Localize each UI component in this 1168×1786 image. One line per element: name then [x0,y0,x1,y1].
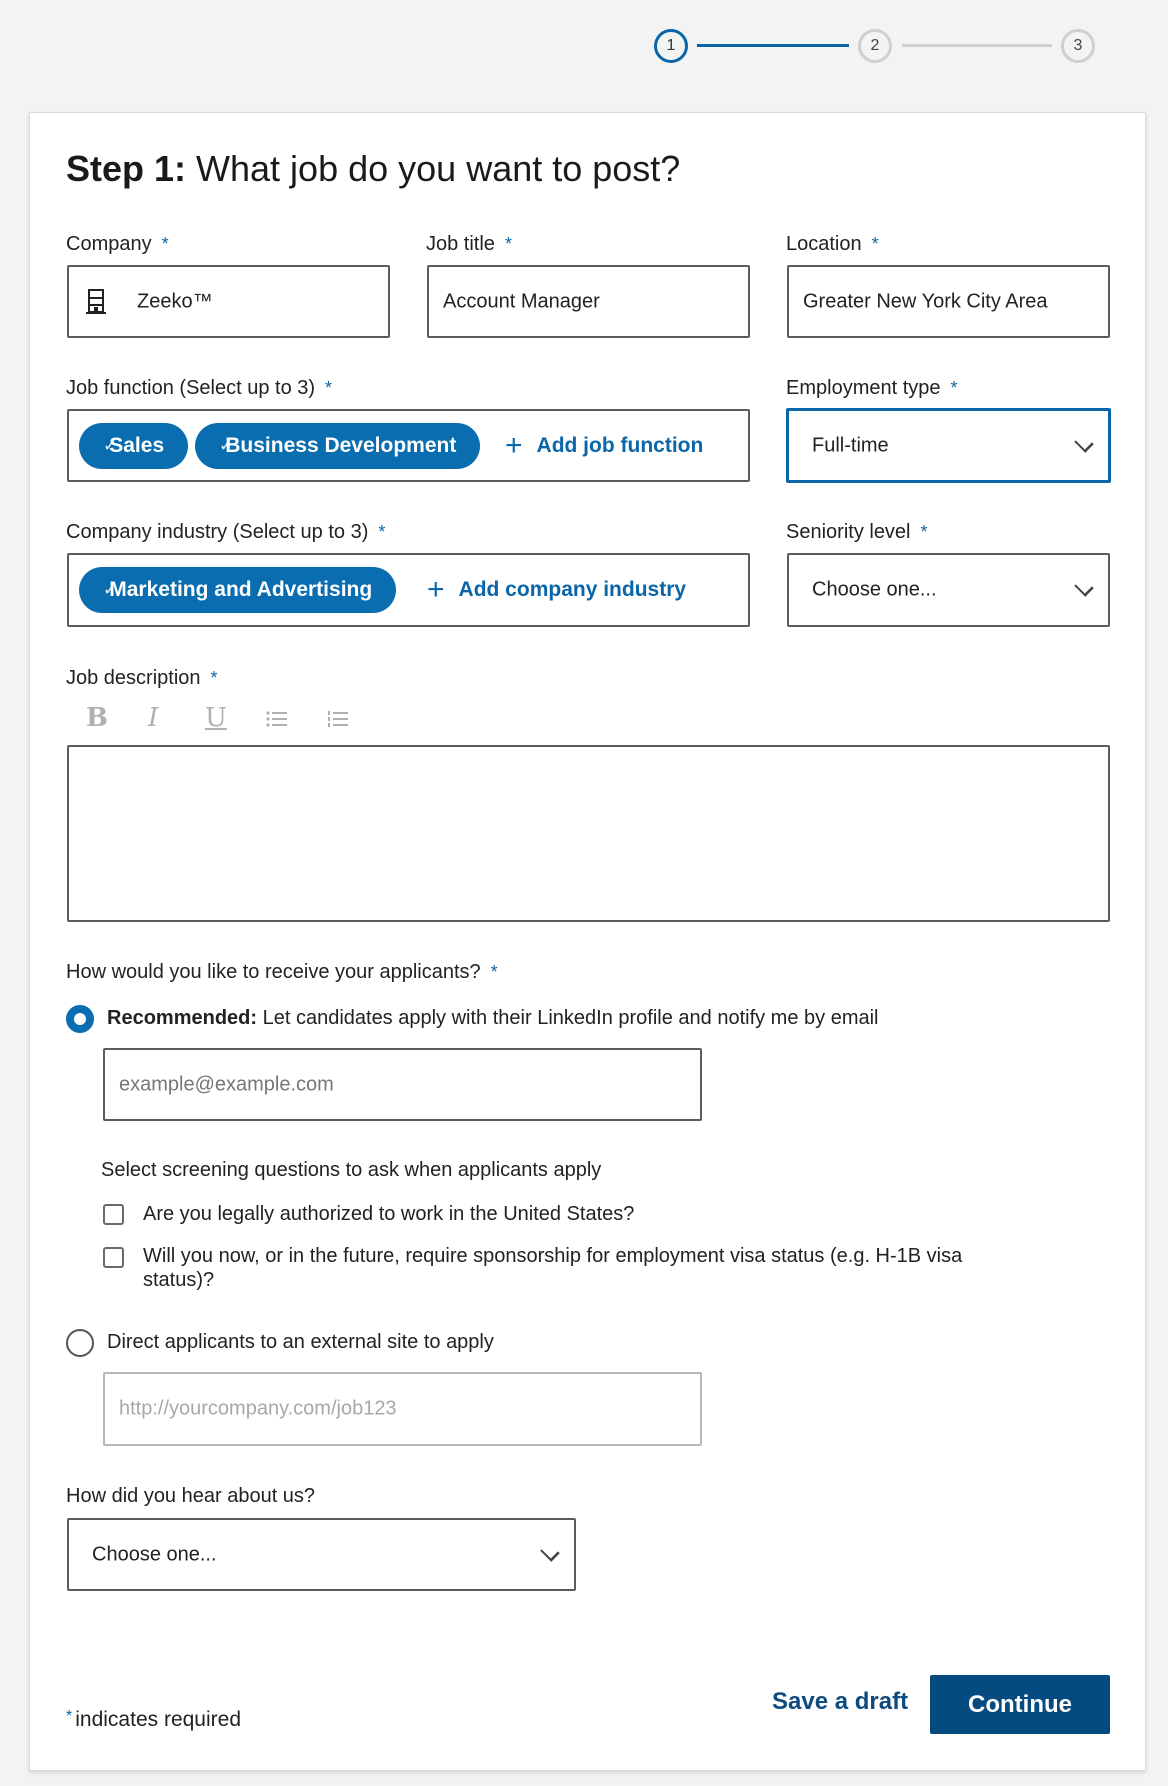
job-title-label-text: Job title [426,233,495,255]
job-function-label: Job function (Select up to 3) * [66,377,332,400]
company-value: Zeeko™ [137,290,213,312]
company-label-text: Company [66,233,152,255]
hear-about-select[interactable]: Choose one... [67,1518,576,1591]
location-input[interactable]: Greater New York City Area [787,265,1110,338]
hear-about-label: How did you hear about us? [66,1485,316,1507]
location-label-text: Location [786,233,862,255]
add-company-industry-button[interactable]: + Add company industry [427,575,686,605]
building-icon [86,288,106,316]
visa-question-line-1: Will you now, or in the future, require … [143,1245,963,1267]
job-description-label-text: Job description [66,667,201,689]
step-2: 2 [858,29,892,63]
check-icon: ✓ [219,435,234,455]
radio-external-site[interactable] [66,1329,94,1357]
screening-questions-label: Select screening questions to ask when a… [101,1159,602,1181]
save-draft-button[interactable]: Save a draft [772,1688,908,1716]
numbered-list-button[interactable] [327,710,349,733]
employment-type-value: Full-time [812,434,889,456]
required-asterisk: * [378,522,386,542]
external-url-input[interactable]: http://yourcompany.com/job123 [103,1372,702,1446]
visa-question-line-2: status)? [143,1269,215,1291]
job-description-label: Job description * [66,667,218,690]
employment-type-label-text: Employment type [786,377,941,399]
company-industry-pill-marketing-and-advertising[interactable]: ✓ Marketing and Advertising [79,567,397,613]
bold-button[interactable]: B [86,703,108,733]
url-placeholder: http://yourcompany.com/job123 [119,1397,397,1420]
stepper-line-2-3 [902,44,1052,47]
required-asterisk: * [210,668,218,688]
company-industry-label: Company industry (Select up to 3) * [66,521,385,544]
chevron-down-icon [1074,577,1094,597]
page-title-question: What job do you want to post? [186,148,681,189]
required-asterisk: * [920,522,928,542]
bulleted-list-icon [266,711,287,727]
numbered-list-icon [328,711,348,727]
continue-button[interactable]: Continue [930,1675,1110,1734]
required-note: * indicates required [66,1708,241,1732]
location-value: Greater New York City Area [803,290,1048,312]
seniority-level-value: Choose one... [812,578,937,601]
notification-email-input[interactable]: example@example.com [103,1048,702,1121]
employment-type-select[interactable]: Full-time [786,408,1111,483]
screening-question-work-authorization[interactable]: Are you legally authorized to work in th… [143,1203,634,1226]
pill-label: Marketing and Advertising [109,578,373,601]
pill-label: Business Development [225,433,457,457]
required-asterisk: * [871,234,879,254]
company-input[interactable]: Zeeko™ [67,265,390,338]
screening-checkbox-visa-sponsorship[interactable] [103,1247,124,1268]
job-function-label-text: Job function (Select up to 3) [66,377,316,399]
location-label: Location * [786,233,879,256]
required-asterisk: * [490,962,498,982]
page-title: Step 1: What job do you want to post? [66,148,680,190]
recommended-option-label[interactable]: Recommended: Let candidates apply with t… [107,1007,879,1030]
step-1: 1 [654,29,688,63]
company-label: Company * [66,233,169,256]
stepper-line-1-2 [697,44,849,47]
plus-icon: + [427,573,445,606]
email-placeholder: example@example.com [119,1073,334,1095]
job-title-value: Account Manager [443,290,600,312]
job-title-input[interactable]: Account Manager [427,265,750,338]
required-asterisk: * [504,234,512,254]
italic-button[interactable]: I [148,703,158,733]
screening-checkbox-work-authorization[interactable] [103,1204,124,1225]
seniority-level-label: Seniority level * [786,521,928,544]
hear-about-value: Choose one... [92,1543,217,1565]
required-asterisk: * [950,378,958,398]
external-site-option-label[interactable]: Direct applicants to an external site to… [107,1331,494,1354]
screening-question-visa-sponsorship[interactable]: Will you now, or in the future, require … [143,1245,962,1292]
required-note-text: indicates required [75,1708,241,1731]
chevron-down-icon [540,1541,560,1562]
add-job-function-button[interactable]: + Add job function [505,428,704,462]
step-3: 3 [1061,29,1095,63]
plus-icon: + [505,428,523,462]
add-company-industry-label: Add company industry [458,578,687,601]
company-industry-field: ✓ Marketing and Advertising + Add company … [67,553,750,627]
job-description-textarea[interactable] [67,745,1110,922]
pill-label: Sales [109,433,165,457]
job-function-field: ✓ Sales ✓ Business Development + Add job fu… [67,409,750,482]
bulleted-list-button[interactable] [266,710,288,733]
required-asterisk: * [161,234,169,254]
radio-recommended[interactable] [66,1005,94,1033]
page-title-step: Step 1: [66,148,187,189]
job-function-pill-sales[interactable]: ✓ Sales [79,422,189,469]
seniority-level-label-text: Seniority level [786,521,911,543]
applicants-label: How would you like to receive your appli… [66,961,498,984]
job-title-label: Job title * [426,233,512,256]
seniority-level-select[interactable]: Choose one... [787,553,1110,627]
underline-button[interactable]: U [205,703,227,733]
applicants-label-text: How would you like to receive your appli… [66,961,481,983]
chevron-down-icon [1074,432,1094,453]
employment-type-label: Employment type * [786,377,958,400]
recommended-bold: Recommended: [107,1007,258,1029]
check-icon: ✓ [103,435,118,455]
recommended-text: Let candidates apply with their LinkedIn… [257,1007,879,1029]
required-asterisk: * [66,1708,73,1725]
company-industry-label-text: Company industry (Select up to 3) [66,521,369,543]
add-job-function-label: Add job function [536,433,704,457]
required-asterisk: * [325,378,333,398]
job-function-pill-business-development[interactable]: ✓ Business Development [195,422,481,469]
check-icon: ✓ [103,580,118,599]
